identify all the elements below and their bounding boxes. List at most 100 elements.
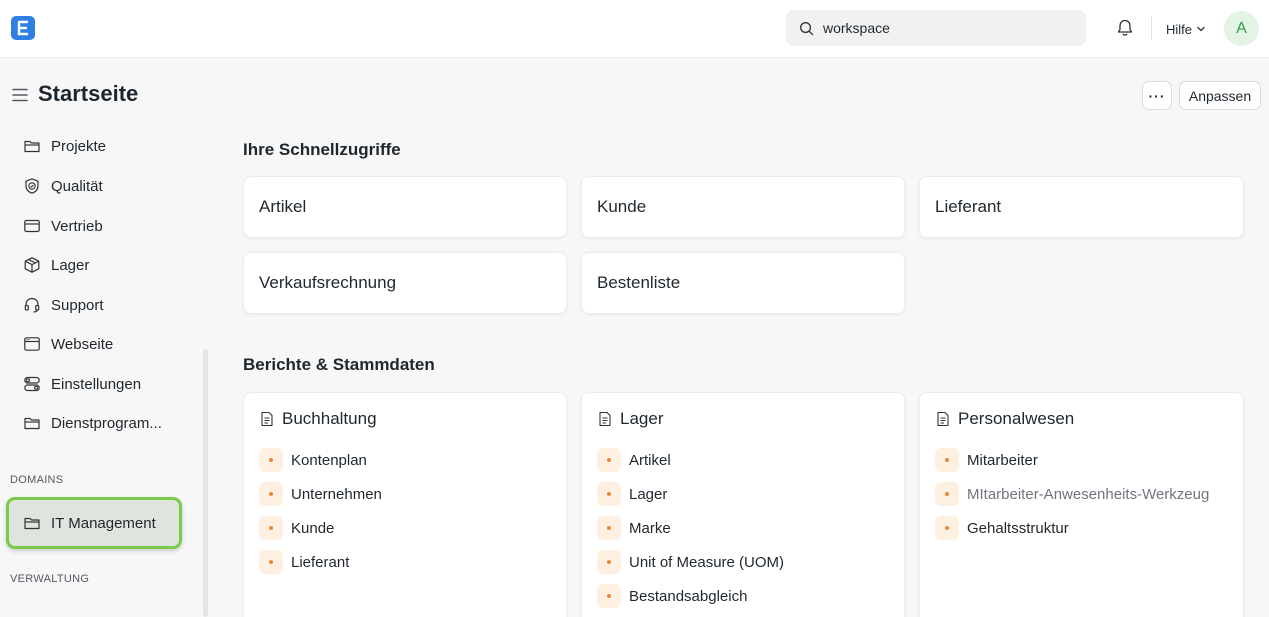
customize-button[interactable]: Anpassen [1179,81,1261,110]
report-link[interactable]: Bestandsabgleich [597,584,747,608]
sidebar-item-webseite[interactable]: Webseite [10,326,182,362]
avatar-initial: A [1236,19,1247,37]
card-header[interactable]: Lager [598,409,663,429]
sidebar-item-einstellungen[interactable]: Einstellungen [10,366,182,402]
report-link-label: Kunde [291,519,335,537]
sidebar-item-vertrieb[interactable]: Vertrieb [10,208,182,244]
sidebar-item-it-management[interactable]: IT Management [6,497,182,549]
shortcut-card[interactable]: Verkaufsrechnung [243,252,567,314]
card-title: Personalwesen [958,409,1075,428]
navbar-divider [1151,16,1152,40]
report-link[interactable]: MItarbeiter-Anwesenheits-Werkzeug [935,482,1209,506]
sidebar-item-lager[interactable]: Lager [10,247,182,283]
report-link[interactable]: Artikel [597,448,671,472]
sidebar-item-label: Projekte [51,137,107,155]
shortcut-card[interactable]: Bestenliste [581,252,905,314]
help-label: Hilfe [1166,21,1193,37]
report-link-label: Lieferant [291,553,350,571]
report-card-personalwesen: Personalwesen Mitarbeiter MItarbeiter-An… [919,392,1244,617]
sidebar-item-projekte[interactable]: Projekte [10,128,182,164]
bullet-dot-icon [935,448,959,472]
bullet-dot-icon [597,550,621,574]
bullet-dot-icon [259,550,283,574]
report-link-label: Artikel [629,451,671,469]
sidebar-section-verwaltung: VERWALTUNG [10,573,90,585]
report-link[interactable]: Kontenplan [259,448,367,472]
sidebar-item-partial[interactable] [10,600,182,617]
report-link-label: Gehaltsstruktur [967,519,1069,537]
reports-heading: Berichte & Stammdaten [243,355,435,374]
shortcut-card[interactable]: Kunde [581,176,905,238]
sidebar-item-label: Einstellungen [51,375,142,393]
search-icon [800,21,814,35]
bullet-dot-icon [259,448,283,472]
bullet-dot-icon [597,482,621,506]
sidebar-item-label: Dienstprogram... [51,414,162,432]
settings-toggle-icon [23,375,41,393]
sidebar-item-label: Lager [51,256,90,274]
report-link-label: Unternehmen [291,485,382,503]
sidebar-item-label: Vertrieb [51,217,103,235]
sidebar-item-support[interactable]: Support [10,287,182,323]
sidebar-scrollbar[interactable] [203,349,208,617]
report-link[interactable]: Gehaltsstruktur [935,516,1069,540]
sidebar-item-label: Webseite [51,335,114,353]
bullet-dot-icon [259,482,283,506]
folder-icon [23,414,41,432]
report-link-label: MItarbeiter-Anwesenheits-Werkzeug [967,485,1210,503]
report-link[interactable]: Unit of Measure (UOM) [597,550,784,574]
document-icon [260,411,274,427]
sidebar-item-qualitaet[interactable]: Qualität [10,168,182,204]
sidebar-item-dienstprogramme[interactable]: Dienstprogram... [10,405,182,441]
report-link[interactable]: Lager [597,482,667,506]
page-title: Startseite [38,81,139,106]
document-icon [936,411,950,427]
shortcut-card[interactable]: Lieferant [919,176,1244,238]
report-link[interactable]: Marke [597,516,671,540]
more-options-button[interactable]: ··· [1142,81,1172,110]
sidebar-item-label: IT Management [51,514,156,532]
report-link[interactable]: Lieferant [259,550,349,574]
folder-icon [23,514,41,532]
user-avatar[interactable]: A [1224,11,1259,46]
report-link-label: Unit of Measure (UOM) [629,553,785,571]
report-link-label: Mitarbeiter [967,451,1038,469]
sidebar-item-label: Qualität [51,177,103,195]
report-link[interactable]: Mitarbeiter [935,448,1038,472]
sidebar: Projekte Qualität Vertrieb Lager Support… [0,126,200,617]
card-title: Lager [620,409,664,428]
shortcuts-heading: Ihre Schnellzugriffe [243,140,401,159]
sidebar-item-label: Support [51,296,104,314]
bullet-dot-icon [935,516,959,540]
search-bar[interactable] [786,10,1086,46]
document-icon [598,411,612,427]
logo-e-icon [17,20,29,36]
app-logo[interactable] [11,16,35,40]
search-input[interactable] [823,20,1063,36]
notification-bell-icon[interactable] [1115,18,1135,38]
top-navbar: Hilfe A [0,0,1269,58]
help-menu-button[interactable]: Hilfe [1166,19,1206,39]
bullet-dot-icon [935,482,959,506]
shortcut-card[interactable]: Artikel [243,176,567,238]
headset-icon [23,296,41,314]
report-link-label: Marke [629,519,671,537]
card-icon [23,217,41,235]
report-link-label: Bestandsabgleich [629,587,748,605]
report-card-lager: Lager Artikel Lager Marke Unit of Measur… [581,392,905,617]
bullet-dot-icon [597,584,621,608]
report-link[interactable]: Unternehmen [259,482,382,506]
partial-icon [23,609,41,617]
quality-badge-icon [23,177,41,195]
bullet-dot-icon [597,516,621,540]
folder-icon [23,137,41,155]
card-header[interactable]: Personalwesen [936,409,1074,429]
box-icon [23,256,41,274]
card-header[interactable]: Buchhaltung [260,409,377,429]
report-link[interactable]: Kunde [259,516,334,540]
sidebar-section-domains: DOMAINS [10,474,64,486]
sidebar-toggle-icon[interactable] [12,88,28,102]
report-link-label: Lager [629,485,668,503]
bullet-dot-icon [259,516,283,540]
report-link-label: Kontenplan [291,451,367,469]
